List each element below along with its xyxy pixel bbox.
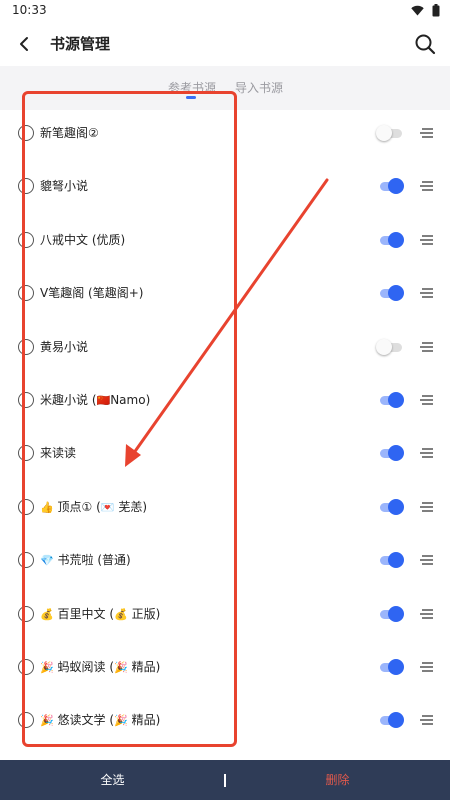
enable-toggle[interactable] (376, 232, 404, 248)
select-radio[interactable] (18, 339, 34, 355)
wifi-icon (411, 5, 424, 16)
source-name: V笔趣阁 (笔趣阁+) (40, 286, 144, 300)
source-name: 🎉 悠读文学 (🎉 精品) (40, 713, 161, 727)
select-radio[interactable] (18, 499, 34, 515)
enable-toggle[interactable] (376, 285, 404, 301)
source-name: 💎 书荒啦 (普通) (40, 553, 131, 567)
list-item[interactable]: 貔弩小说 (0, 159, 450, 212)
select-radio[interactable] (18, 712, 34, 728)
select-radio[interactable] (18, 232, 34, 248)
enable-toggle[interactable] (376, 445, 404, 461)
list-item[interactable]: V笔趣阁 (笔趣阁+) (0, 266, 450, 319)
china-flag-icon: 🇨🇳 (96, 394, 111, 407)
enable-toggle[interactable] (376, 712, 404, 728)
drag-handle-icon[interactable] (418, 340, 434, 354)
tab-import-sources[interactable]: 导入书源 (235, 79, 283, 96)
party-popper-icon: 🎉 (114, 714, 128, 727)
list-item[interactable]: 🎉 悠读文学 (🎉 精品) (0, 693, 450, 746)
app-bar: 书源管理 (0, 22, 450, 66)
drag-handle-icon[interactable] (418, 660, 434, 674)
drag-handle-icon[interactable] (418, 393, 434, 407)
money-bag-icon: 💰 (114, 608, 128, 621)
drag-handle-icon[interactable] (418, 126, 434, 140)
list-item[interactable]: 米趣小说 (🇨🇳Namo) (0, 373, 450, 426)
chevron-left-icon (20, 37, 28, 51)
select-radio[interactable] (18, 285, 34, 301)
select-radio[interactable] (18, 445, 34, 461)
list-item[interactable]: 来读读 (0, 426, 450, 479)
enable-toggle[interactable] (376, 125, 404, 141)
drag-handle-icon[interactable] (418, 286, 434, 300)
love-letter-icon: 💌 (100, 501, 115, 514)
drag-handle-icon[interactable] (418, 607, 434, 621)
select-radio[interactable] (18, 606, 34, 622)
select-radio[interactable] (18, 392, 34, 408)
list-item[interactable]: 🎉 蚂蚁阅读 (🎉 精品) (0, 640, 450, 693)
status-icons (411, 4, 440, 17)
status-time: 10:33 (12, 3, 47, 17)
select-radio[interactable] (18, 125, 34, 141)
back-button[interactable] (12, 32, 36, 56)
list-item[interactable]: 👍 顶点① (💌 芜恙) (0, 480, 450, 533)
drag-handle-icon[interactable] (418, 500, 434, 514)
source-name: 黄易小说 (40, 340, 89, 354)
select-radio[interactable] (18, 659, 34, 675)
party-popper-icon: 🎉 (114, 661, 128, 674)
source-name: 米趣小说 (🇨🇳Namo) (40, 393, 151, 407)
source-name: 💰 百里中文 (💰 正版) (40, 607, 161, 621)
page-title: 书源管理 (50, 35, 111, 53)
enable-toggle[interactable] (376, 659, 404, 675)
drag-handle-icon[interactable] (418, 713, 434, 727)
source-name: 👍 顶点① (💌 芜恙) (40, 500, 148, 514)
thumbs-up-icon: 👍 (40, 501, 54, 514)
search-icon (415, 34, 436, 55)
drag-handle-icon[interactable] (418, 553, 434, 567)
list-item[interactable]: 黄易小说 (0, 320, 450, 373)
tab-indicator (186, 96, 196, 99)
bottom-action-bar: 全选 删除 (0, 760, 450, 800)
source-name: 🎉 蚂蚁阅读 (🎉 精品) (40, 660, 161, 674)
list-item[interactable]: 八戒中文 (优质) (0, 213, 450, 266)
drag-handle-icon[interactable] (418, 233, 434, 247)
drag-handle-icon[interactable] (418, 179, 434, 193)
select-radio[interactable] (18, 178, 34, 194)
battery-icon (432, 4, 440, 17)
money-bag-icon: 💰 (40, 608, 54, 621)
tab-reference-sources[interactable]: 参考书源 (168, 79, 216, 96)
list-item[interactable]: 新笔趣阁② (0, 106, 450, 159)
enable-toggle[interactable] (376, 392, 404, 408)
gem-icon: 💎 (40, 554, 54, 567)
enable-toggle[interactable] (376, 178, 404, 194)
enable-toggle[interactable] (376, 339, 404, 355)
status-bar: 10:33 (0, 0, 450, 22)
enable-toggle[interactable] (376, 499, 404, 515)
enable-toggle[interactable] (376, 552, 404, 568)
delete-button[interactable]: 删除 (225, 760, 450, 800)
drag-handle-icon[interactable] (418, 446, 434, 460)
enable-toggle[interactable] (376, 606, 404, 622)
party-popper-icon: 🎉 (40, 714, 54, 727)
select-radio[interactable] (18, 552, 34, 568)
source-name: 新笔趣阁② (40, 126, 99, 140)
source-name: 来读读 (40, 446, 77, 460)
search-button[interactable] (412, 31, 438, 57)
source-name: 貔弩小说 (40, 179, 89, 193)
list-item[interactable]: 💰 百里中文 (💰 正版) (0, 587, 450, 640)
tab-strip: 参考书源 导入书源 (0, 66, 450, 110)
list-item[interactable]: 💎 书荒啦 (普通) (0, 533, 450, 586)
source-name: 八戒中文 (优质) (40, 233, 126, 247)
select-all-button[interactable]: 全选 (0, 760, 225, 800)
party-popper-icon: 🎉 (40, 661, 54, 674)
